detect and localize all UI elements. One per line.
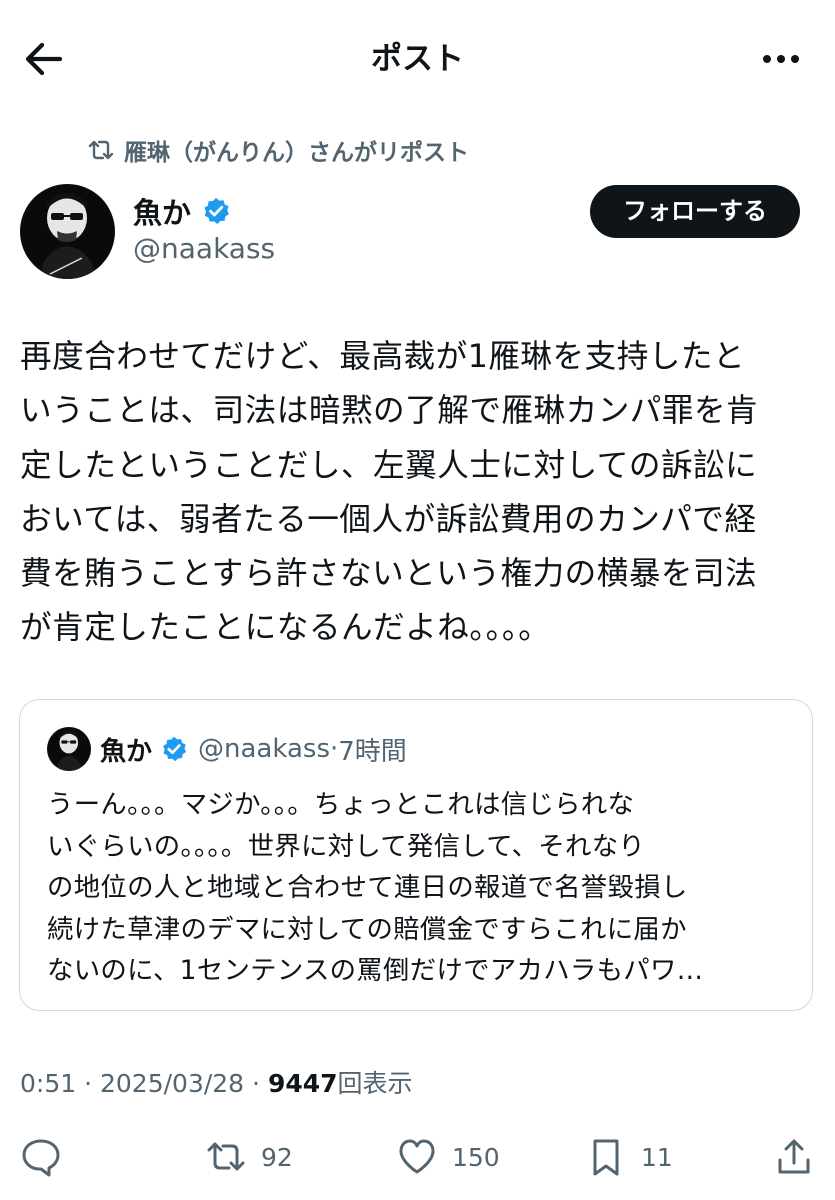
meta-separator: · (252, 1069, 260, 1098)
repost-count: 92 (261, 1142, 293, 1172)
post-time: 0:51 (20, 1069, 77, 1098)
more-options-button[interactable] (757, 36, 805, 82)
more-icon (763, 55, 799, 63)
author-name-row[interactable]: 魚か (133, 190, 231, 232)
quote-header: 魚か @naakass · 7時間 (100, 727, 407, 771)
reply-icon (22, 1139, 60, 1177)
repost-icon (207, 1142, 245, 1171)
bookmark-icon (593, 1139, 619, 1176)
views-label: 回表示 (337, 1069, 413, 1098)
reply-button[interactable] (20, 1134, 62, 1180)
verified-badge-icon (204, 197, 229, 224)
share-icon (778, 1139, 810, 1174)
post-date: 2025/03/28 (100, 1069, 245, 1098)
heart-icon (399, 1139, 435, 1174)
quote-timestamp: 7時間 (338, 736, 407, 767)
repost-label: 雁琳（がんりん）さんがリポスト (124, 140, 469, 166)
views-count: 9447 (267, 1069, 338, 1098)
quote-author-handle: @naakass (198, 734, 330, 764)
meta-separator: · (84, 1069, 93, 1098)
follow-button[interactable]: フォローする (590, 185, 800, 238)
like-button[interactable]: 150 (396, 1134, 500, 1180)
avatar-image (20, 184, 115, 279)
repost-icon (88, 140, 114, 160)
bookmark-button[interactable]: 11 (585, 1134, 673, 1180)
author-name: 魚か (133, 196, 192, 230)
verified-badge-icon (163, 736, 187, 762)
author-avatar[interactable] (20, 184, 115, 279)
repost-context[interactable]: 雁琳（がんりん）さんがリポスト (86, 130, 469, 170)
avatar-image (47, 727, 91, 771)
share-button[interactable] (773, 1134, 815, 1180)
repost-button[interactable]: 92 (205, 1134, 293, 1180)
like-count: 150 (452, 1142, 500, 1172)
post-text: 再度合わせてだけど、最高裁が1雁琳を支持したと いうことは、司法は暗黙の了解で雁… (20, 339, 759, 647)
post-meta: 0:51 · 2025/03/28 · 9447回表示 (20, 1064, 413, 1104)
page-title: ポスト (371, 41, 464, 77)
quote-separator: · (329, 734, 339, 764)
bookmark-count: 11 (641, 1142, 673, 1172)
quote-author-avatar (47, 727, 91, 771)
quote-author-name: 魚か (100, 736, 153, 767)
quote-text: うーん。。。マジか。。。ちょっとこれは信じられな いぐらいの。。。。世界に対して… (47, 789, 704, 986)
author-handle[interactable]: @naakass (133, 232, 275, 265)
